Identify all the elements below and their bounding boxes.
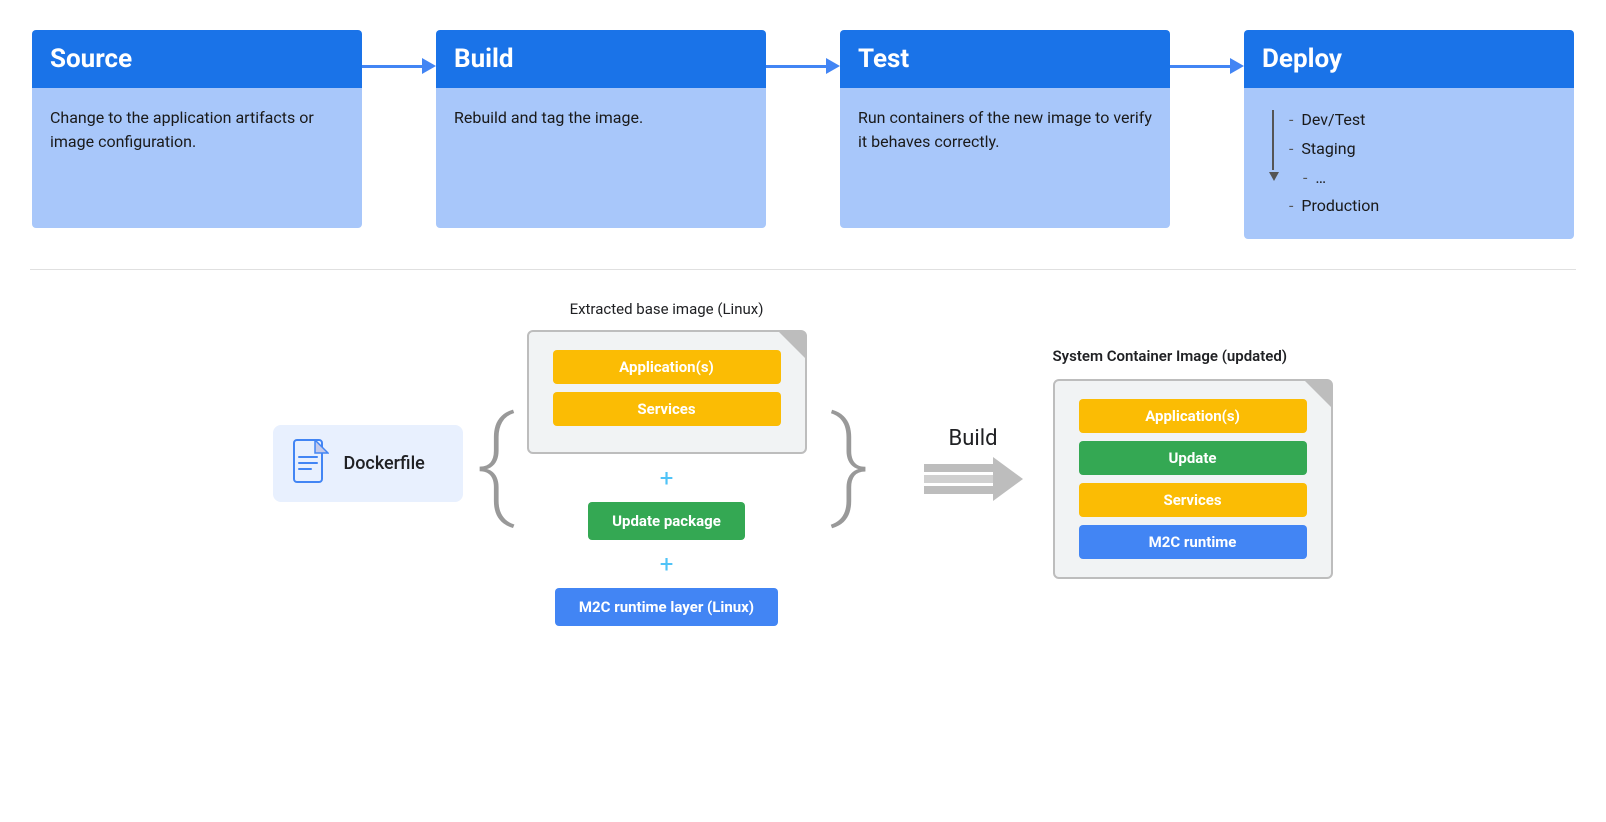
plus-sign-2: + <box>660 550 674 578</box>
big-arrow-line-top <box>924 464 994 472</box>
center-content-block: Extracted base image (Linux) Application… <box>527 300 807 626</box>
services-badge: Services <box>553 392 781 426</box>
right-brace-container: } <box>819 403 882 523</box>
deploy-title: Deploy <box>1262 44 1342 74</box>
big-arrow-head <box>993 457 1023 501</box>
build-body: Rebuild and tag the image. <box>436 88 766 228</box>
test-body: Run containers of the new image to verif… <box>840 88 1170 228</box>
deploy-list: Dev/Test Staging … Production <box>1289 106 1379 221</box>
system-doc-card: Application(s) Update Services M2C runti… <box>1053 379 1333 579</box>
big-arrow-line-bottom <box>924 486 994 494</box>
file-icon <box>293 439 329 488</box>
deploy-arrow <box>1262 106 1279 181</box>
pipeline-source-box: Source Change to the application artifac… <box>32 30 362 228</box>
applications-badge: Application(s) <box>553 350 781 384</box>
sys-applications-badge: Application(s) <box>1079 399 1307 433</box>
dockerfile-label: Dockerfile <box>343 453 424 474</box>
dockerfile-box: Dockerfile <box>273 425 463 502</box>
test-title: Test <box>858 44 909 74</box>
deploy-item-production: Production <box>1289 192 1379 221</box>
update-package-badge: Update package <box>588 502 745 540</box>
test-header: Test <box>840 30 1170 88</box>
deploy-body: Dev/Test Staging … Production <box>1244 88 1574 239</box>
plus-sign-1: + <box>660 464 674 492</box>
source-text: Change to the application artifacts or i… <box>50 106 344 154</box>
pipeline-section: Source Change to the application artifac… <box>0 0 1606 269</box>
arrow-head <box>422 58 436 74</box>
base-image-doc-card: Application(s) Services <box>527 330 807 454</box>
arrow-line <box>766 65 826 68</box>
m2c-runtime-badge: M2C runtime layer (Linux) <box>555 588 778 626</box>
big-arrow <box>924 457 1023 501</box>
build-title: Build <box>454 44 514 74</box>
deploy-header: Deploy <box>1244 30 1574 88</box>
system-container-block: System Container Image (updated) Applica… <box>1053 347 1333 579</box>
deploy-v-arrow <box>1269 172 1279 181</box>
arrow-line <box>1170 65 1230 68</box>
big-arrow-lines <box>924 464 994 494</box>
build-arrow-label: Build <box>949 426 998 451</box>
sys-update-badge: Update <box>1079 441 1307 475</box>
sys-services-badge: Services <box>1079 483 1307 517</box>
deploy-item-staging: Staging <box>1289 135 1379 164</box>
arrow-source-build <box>362 58 436 74</box>
arrow-head <box>1230 58 1244 74</box>
deploy-item-ellipsis: … <box>1289 164 1379 193</box>
build-header: Build <box>436 30 766 88</box>
pipeline-deploy-box: Deploy Dev/Test Staging … Production <box>1244 30 1574 239</box>
arrow-test-deploy <box>1170 58 1244 74</box>
right-brace-icon: } <box>831 403 870 523</box>
arrow-line <box>362 65 422 68</box>
left-brace-icon: { <box>475 403 514 523</box>
big-arrow-line-middle <box>924 475 994 483</box>
arrow-build-test <box>766 58 840 74</box>
arrow-head <box>826 58 840 74</box>
left-brace-container: { <box>475 403 514 523</box>
extracted-base-label: Extracted base image (Linux) <box>570 300 764 318</box>
sys-m2c-runtime-badge: M2C runtime <box>1079 525 1307 559</box>
source-title: Source <box>50 44 132 74</box>
build-arrow-container: Build <box>924 426 1023 501</box>
test-text: Run containers of the new image to verif… <box>858 106 1152 154</box>
pipeline-build-box: Build Rebuild and tag the image. <box>436 30 766 228</box>
source-header: Source <box>32 30 362 88</box>
build-text: Rebuild and tag the image. <box>454 106 748 130</box>
pipeline-test-box: Test Run containers of the new image to … <box>840 30 1170 228</box>
system-container-label: System Container Image (updated) <box>1053 347 1333 365</box>
deploy-v-line <box>1272 110 1274 170</box>
diagram-section: Dockerfile { Extracted base image (Linux… <box>0 270 1606 656</box>
source-body: Change to the application artifacts or i… <box>32 88 362 228</box>
deploy-item-devtest: Dev/Test <box>1289 106 1379 135</box>
